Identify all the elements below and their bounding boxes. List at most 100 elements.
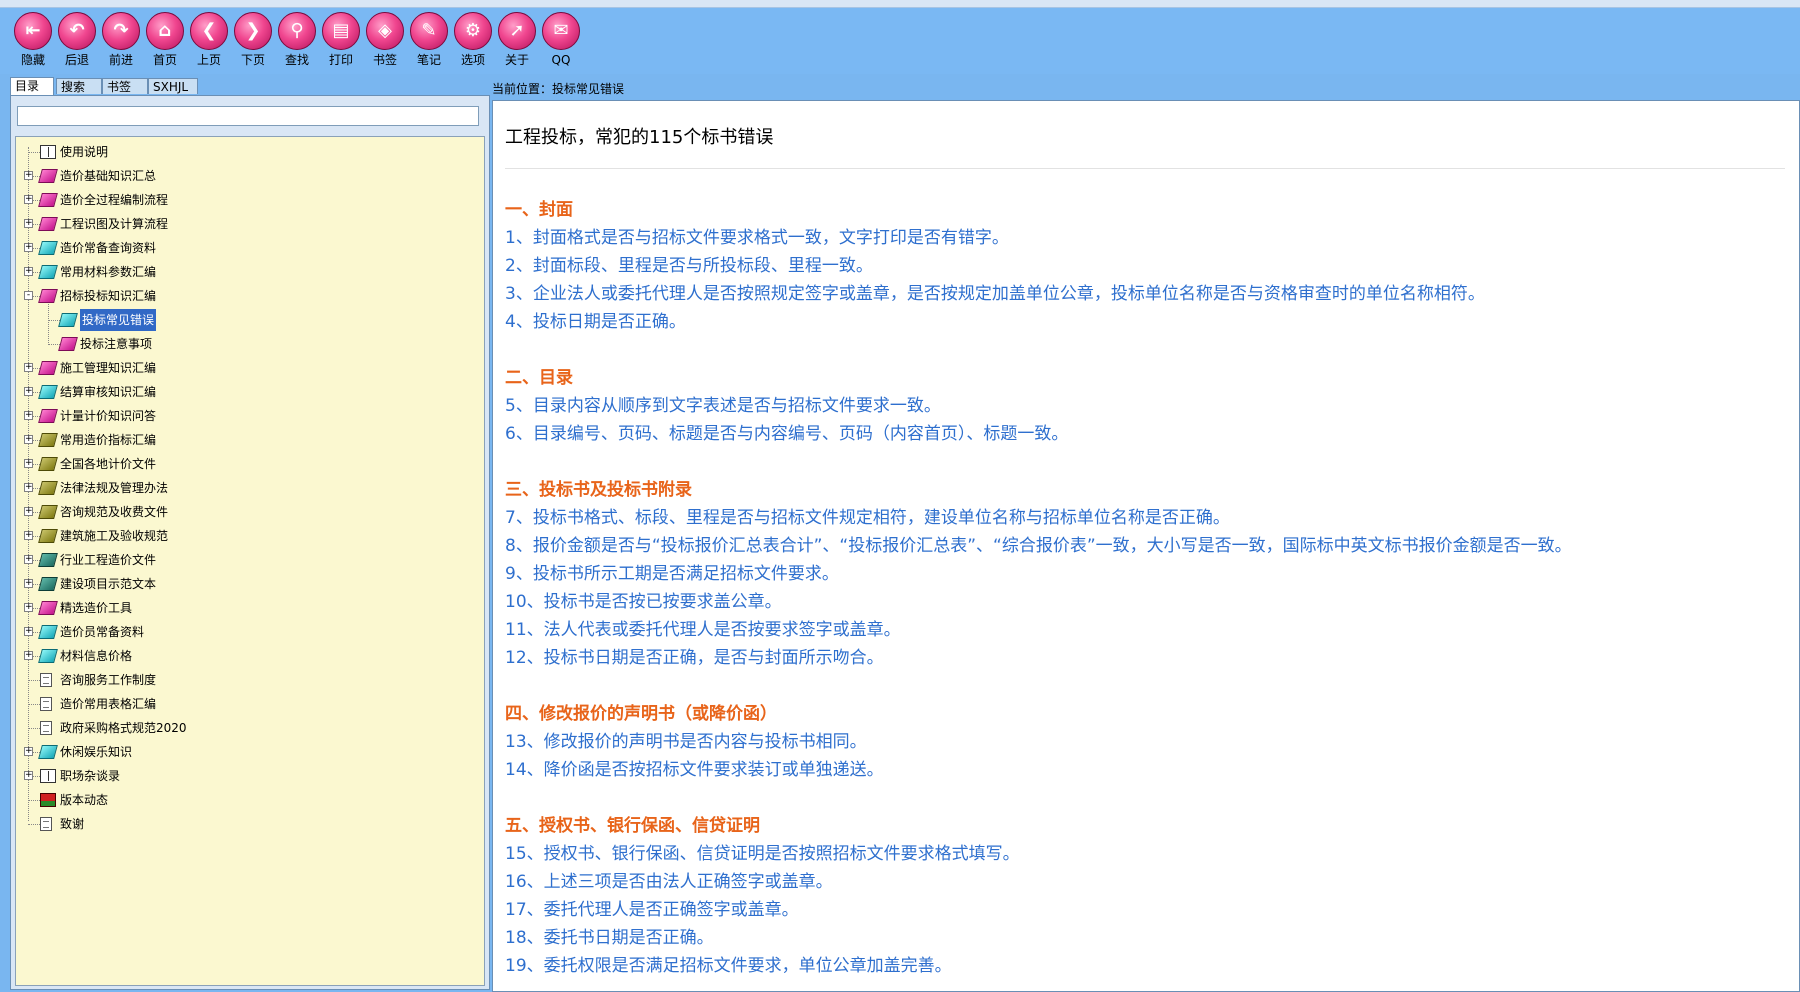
tree-item-label: 使用说明 xyxy=(60,145,109,159)
expand-icon[interactable]: + xyxy=(24,579,33,588)
toolbar-button-label: 隐藏 xyxy=(20,53,45,67)
tree-item[interactable]: 咨询服务工作制度 xyxy=(24,669,474,691)
toolbar-button-next-page[interactable]: ❯ 下页 xyxy=(231,12,275,74)
tree-item[interactable]: 造价常用表格汇编 xyxy=(24,693,474,715)
expand-icon[interactable]: + xyxy=(24,267,33,276)
tree-item-label: 精选造价工具 xyxy=(60,601,133,615)
book-icon xyxy=(38,385,58,399)
tree-item-label: 投标常见错误 xyxy=(80,309,157,331)
toolbar-button-printer[interactable]: ▤ 打印 xyxy=(319,12,363,74)
tree-item[interactable]: 使用说明 xyxy=(24,141,474,163)
sidebar-tab[interactable]: 书签 xyxy=(102,78,148,94)
tree-item[interactable]: + 建设项目示范文本 xyxy=(24,573,474,595)
expand-icon[interactable]: + xyxy=(24,219,33,228)
tree-item[interactable]: + 行业工程造价文件 xyxy=(24,549,474,571)
tree-item[interactable]: 版本动态 xyxy=(24,789,474,811)
expand-icon[interactable]: + xyxy=(24,603,33,612)
sidebar-tab[interactable]: SXHJL xyxy=(148,78,198,94)
toolbar-button-label: QQ xyxy=(551,53,571,67)
sidebar-search-input[interactable] xyxy=(17,106,479,126)
expand-icon[interactable]: + xyxy=(24,459,33,468)
expand-icon[interactable]: + xyxy=(24,531,33,540)
expand-icon[interactable]: + xyxy=(24,771,33,780)
tree-item[interactable]: + 材料信息价格 xyxy=(24,645,474,667)
expand-icon[interactable]: + xyxy=(24,651,33,660)
toolbar-button-gear[interactable]: ⚙ 选项 xyxy=(451,12,495,74)
tree-item[interactable]: - 招标投标知识汇编 xyxy=(24,285,474,307)
tree-item[interactable]: + 职场杂谈录 xyxy=(24,765,474,787)
tree-item[interactable]: + 常用材料参数汇编 xyxy=(24,261,474,283)
checklist-item: 4、投标日期是否正确。 xyxy=(505,312,686,332)
expand-icon[interactable]: + xyxy=(24,411,33,420)
tree-item[interactable]: 投标注意事项 xyxy=(24,333,474,355)
expand-icon[interactable]: + xyxy=(24,507,33,516)
tree-item-label: 结算审核知识汇编 xyxy=(60,385,157,399)
sidebar-tab[interactable]: 搜索 xyxy=(56,78,102,94)
expand-icon[interactable]: + xyxy=(24,387,33,396)
qq-icon: ✉ xyxy=(542,12,580,50)
tree-item-label: 政府采购格式规范2020 xyxy=(60,721,187,735)
section-heading: 三、投标书及投标书附录 xyxy=(505,480,692,500)
expand-icon[interactable]: + xyxy=(24,195,33,204)
expand-icon[interactable]: + xyxy=(24,171,33,180)
expand-icon[interactable]: + xyxy=(24,747,33,756)
tree-item[interactable]: + 计量计价知识问答 xyxy=(24,405,474,427)
expand-icon[interactable]: + xyxy=(24,243,33,252)
doc-icon xyxy=(40,817,52,831)
toolbar-button-forward[interactable]: ↷ 前进 xyxy=(99,12,143,74)
toolbar-button-hide[interactable]: ⇤ 隐藏 xyxy=(11,12,55,74)
tree-item[interactable]: + 休闲娱乐知识 xyxy=(24,741,474,763)
toolbar-button-home[interactable]: ⌂ 首页 xyxy=(143,12,187,74)
expand-icon[interactable]: + xyxy=(24,555,33,564)
tree-item[interactable]: + 工程识图及计算流程 xyxy=(24,213,474,235)
tree-item-label: 致谢 xyxy=(60,817,85,831)
tree-item[interactable]: + 法律法规及管理办法 xyxy=(24,477,474,499)
book-icon xyxy=(38,169,58,183)
tree-item[interactable]: + 造价全过程编制流程 xyxy=(24,189,474,211)
expand-icon[interactable]: + xyxy=(24,627,33,636)
expand-icon[interactable]: + xyxy=(24,435,33,444)
tree-item[interactable]: + 咨询规范及收费文件 xyxy=(24,501,474,523)
tree-item-label: 建筑施工及验收规范 xyxy=(60,529,169,543)
toolbar: ⇤ 隐藏 ↶ 后退 ↷ 前进 ⌂ 首页 ❮ 上页 ❯ 下页 ⚲ 查找 ▤ 打印 ◈ 书签 ✎ 笔记 ⚙ 选项 ➚ 关于 ✉ QQ xyxy=(0,8,1800,74)
book-icon xyxy=(38,553,58,567)
tree-item-label: 投标注意事项 xyxy=(80,337,153,351)
tree-item[interactable]: + 常用造价指标汇编 xyxy=(24,429,474,451)
tree-item-label: 造价常备查询资料 xyxy=(60,241,157,255)
toolbar-button-binoculars[interactable]: ⚲ 查找 xyxy=(275,12,319,74)
tree-item[interactable]: 致谢 xyxy=(24,813,474,835)
location-bar: 当前位置：投标常见错误 xyxy=(490,78,1800,100)
tree-item[interactable]: + 造价基础知识汇总 xyxy=(24,165,474,187)
tree-item-label: 工程识图及计算流程 xyxy=(60,217,169,231)
expand-icon[interactable]: + xyxy=(24,483,33,492)
toolbar-button-cursor[interactable]: ➚ 关于 xyxy=(495,12,539,74)
checklist-item: 15、授权书、银行保函、信贷证明是否按照招标文件要求格式填写。 xyxy=(505,844,1020,864)
toolbar-button-back[interactable]: ↶ 后退 xyxy=(55,12,99,74)
toolbar-button-prev-page[interactable]: ❮ 上页 xyxy=(187,12,231,74)
toolbar-button-bookmark-tag[interactable]: ◈ 书签 xyxy=(363,12,407,74)
news-icon xyxy=(40,793,56,807)
tree-item[interactable]: + 造价员常备资料 xyxy=(24,621,474,643)
tree-item[interactable]: + 精选造价工具 xyxy=(24,597,474,619)
tree-item[interactable]: 政府采购格式规范2020 xyxy=(24,717,474,739)
tree-item[interactable]: + 建筑施工及验收规范 xyxy=(24,525,474,547)
tree-item[interactable]: + 施工管理知识汇编 xyxy=(24,357,474,379)
toolbar-button-qq[interactable]: ✉ QQ xyxy=(539,12,583,74)
checklist-item: 18、委托书日期是否正确。 xyxy=(505,928,714,948)
toolbar-button-notes[interactable]: ✎ 笔记 xyxy=(407,12,451,74)
collapse-icon[interactable]: - xyxy=(24,291,33,300)
book-icon xyxy=(58,313,78,327)
checklist-item: 10、投标书是否按已按要求盖公章。 xyxy=(505,592,782,612)
tree-item[interactable]: 投标常见错误 xyxy=(24,309,474,331)
checklist-item: 19、委托权限是否满足招标文件要求，单位公章加盖完善。 xyxy=(505,956,952,976)
tree-connector-line xyxy=(28,680,40,681)
tree-item-label: 版本动态 xyxy=(60,793,109,807)
expand-icon[interactable]: + xyxy=(24,363,33,372)
tree-item[interactable]: + 造价常备查询资料 xyxy=(24,237,474,259)
tree-item[interactable]: + 结算审核知识汇编 xyxy=(24,381,474,403)
tree-item[interactable]: + 全国各地计价文件 xyxy=(24,453,474,475)
sidebar-tab[interactable]: 目录 xyxy=(10,77,54,95)
page-title: 工程投标，常犯的115个标书错误 xyxy=(505,127,774,148)
checklist-item: 3、企业法人或委托代理人是否按照规定签字或盖章，是否按规定加盖单位公章，投标单位… xyxy=(505,284,1485,304)
section-heading: 五、授权书、银行保函、信贷证明 xyxy=(505,816,760,836)
